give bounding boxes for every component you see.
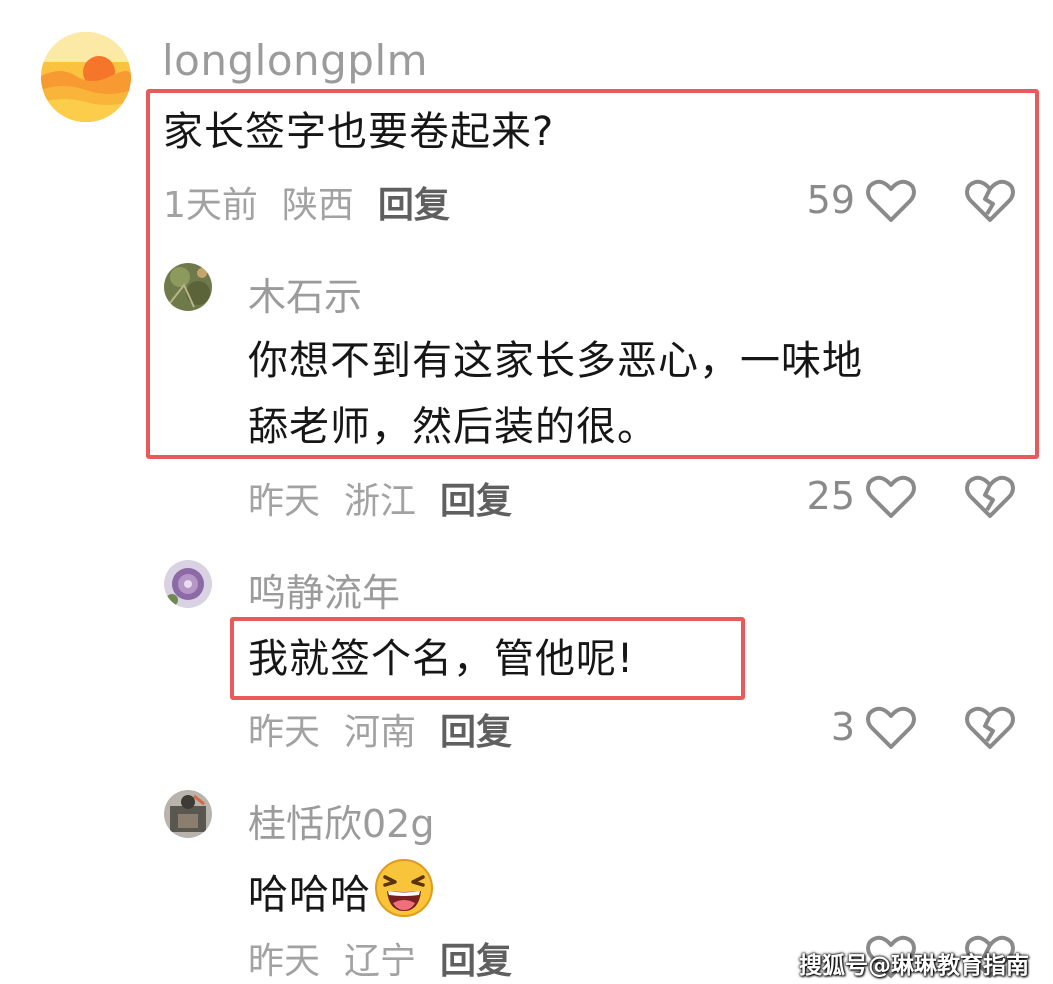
broken-heart-icon[interactable]	[965, 705, 1015, 751]
laughing-face-emoji	[373, 857, 435, 937]
comment-meta-main: 1天前 陕西 回复	[163, 176, 450, 228]
comment-meta-reply-3: 昨天 辽宁 回复	[248, 932, 512, 984]
reply-button[interactable]: 回复	[440, 941, 512, 982]
comment-time: 昨天	[248, 712, 321, 753]
avatar-reply-3[interactable]	[164, 790, 212, 838]
avatar-reply-1[interactable]	[164, 263, 212, 311]
comment-time: 昨天	[248, 481, 321, 522]
username-reply-3[interactable]: 桂恬欣02g	[248, 793, 434, 848]
comment-text-main: 家长签字也要卷起来?	[163, 109, 555, 155]
like-count-reply-2: 3	[830, 705, 855, 749]
like-count-main: 59	[806, 178, 855, 222]
comment-text-reply-1-line2: 舔老师，然后装的很。	[248, 404, 658, 450]
comment-text-reply-2: 我就签个名，管他呢!	[248, 636, 635, 682]
comment-region: 陕西	[281, 185, 354, 226]
heart-outline-icon[interactable]	[866, 474, 916, 520]
comment-time: 1天前	[163, 185, 258, 226]
avatar-longlongplm[interactable]	[41, 32, 131, 122]
like-count-reply-1: 25	[806, 474, 855, 518]
comment-meta-reply-2: 昨天 河南 回复	[248, 703, 512, 755]
username-reply-1[interactable]: 木石示	[248, 266, 362, 321]
comment-meta-reply-1: 昨天 浙江 回复	[248, 472, 512, 524]
username-main[interactable]: longlongplm	[162, 36, 428, 85]
comment-text-reply-3-body: 哈哈哈	[248, 872, 371, 918]
broken-heart-icon[interactable]	[965, 474, 1015, 520]
reply-button[interactable]: 回复	[440, 712, 512, 753]
comment-region: 浙江	[344, 481, 417, 522]
heart-outline-icon[interactable]	[866, 705, 916, 751]
broken-heart-icon[interactable]	[965, 178, 1015, 224]
heart-outline-icon[interactable]	[866, 178, 916, 224]
reply-button[interactable]: 回复	[440, 481, 512, 522]
comment-text-reply-3: 哈哈哈	[248, 857, 435, 937]
reply-button[interactable]: 回复	[378, 185, 450, 226]
comment-region: 河南	[344, 712, 417, 753]
comment-text-reply-1-line1: 你想不到有这家长多恶心，一味地	[248, 338, 863, 384]
avatar-reply-2[interactable]	[164, 560, 212, 608]
watermark: 搜狐号@琳琳教育指南	[799, 953, 1029, 979]
comment-region: 辽宁	[344, 941, 417, 982]
username-reply-2[interactable]: 鸣静流年	[248, 562, 400, 617]
comment-time: 昨天	[248, 941, 321, 982]
